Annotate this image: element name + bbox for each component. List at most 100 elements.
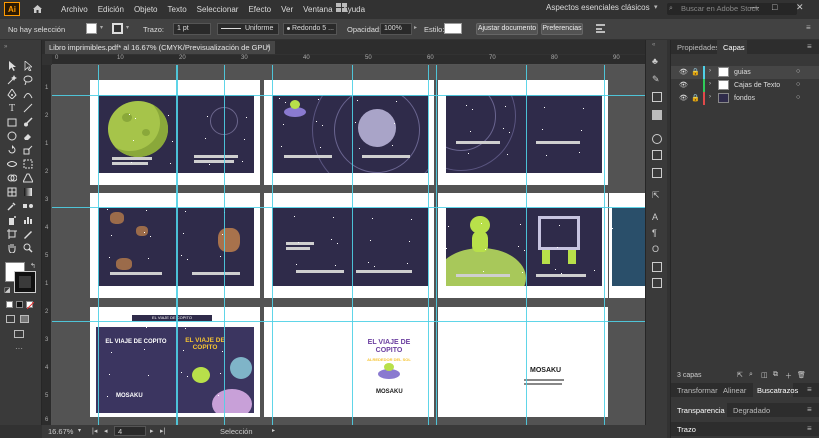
chevron-right-icon[interactable]: › <box>709 94 711 100</box>
previous-artboard-icon[interactable]: ◂ <box>104 427 108 435</box>
gradient-tool-icon[interactable] <box>22 186 34 198</box>
artboard-6[interactable] <box>438 193 608 298</box>
tab-transparency[interactable]: Transparencia <box>677 406 725 415</box>
collapse-icon[interactable]: « <box>652 42 655 48</box>
graph-tool-icon[interactable] <box>22 214 34 226</box>
draw-mode-icon[interactable] <box>6 315 15 323</box>
target-icon[interactable]: ○ <box>796 81 800 88</box>
paragraph-icon[interactable]: ¶ <box>652 228 662 238</box>
screen-mode-icon[interactable] <box>14 330 24 338</box>
artboard-partial-right[interactable] <box>609 193 649 298</box>
width-tool-icon[interactable] <box>6 158 18 170</box>
blend-tool-icon[interactable] <box>22 200 34 212</box>
perspective-grid-tool-icon[interactable] <box>22 172 34 184</box>
stroke-weight-field[interactable]: 1 pt <box>173 23 211 35</box>
new-layer-icon[interactable]: ＋ <box>785 371 792 381</box>
rotate-tool-icon[interactable] <box>6 144 18 156</box>
tab-pathfinder[interactable]: Buscatrazos <box>757 386 798 395</box>
menu-ventana[interactable]: Ventana <box>298 5 337 14</box>
trash-icon[interactable]: 🗑 <box>797 371 806 379</box>
character-icon[interactable]: A <box>652 212 662 222</box>
none-mode-icon[interactable] <box>26 301 34 309</box>
artboard-number-field[interactable]: 4 <box>114 426 146 436</box>
type-tool-icon[interactable]: T <box>6 102 18 114</box>
arrange-documents-icon[interactable] <box>336 3 348 15</box>
chevron-down-icon[interactable]: ▾ <box>654 3 658 11</box>
chevron-right-icon[interactable]: ▸ <box>272 427 275 434</box>
canvas[interactable]: EL VIAJE DE COPITO EL VIAJE DE COPITO EL… <box>52 65 667 425</box>
menu-icon[interactable]: ≡ <box>806 23 811 32</box>
export-icon[interactable]: ⇱ <box>652 190 662 200</box>
lock-icon[interactable]: 🔒 <box>691 94 700 102</box>
new-sublayer-icon[interactable]: ⧉ <box>773 371 778 379</box>
graphic-styles-icon[interactable] <box>652 110 662 120</box>
menu-efecto[interactable]: Efecto <box>243 5 276 14</box>
tab-gradient[interactable]: Degradado <box>733 406 770 415</box>
swap-colors-icon[interactable]: ↰ <box>30 262 36 270</box>
target-icon[interactable]: ○ <box>796 68 800 75</box>
artboards-icon[interactable] <box>652 278 662 288</box>
menu-edicion[interactable]: Edición <box>93 5 129 14</box>
target-icon[interactable]: ○ <box>796 94 800 101</box>
zoom-tool-icon[interactable] <box>22 242 34 254</box>
pen-tool-icon[interactable] <box>6 88 18 100</box>
selection-tool-icon[interactable] <box>6 60 18 72</box>
preferences-button[interactable]: Preferencias <box>541 23 583 35</box>
layer-name[interactable]: Cajas de Texto <box>734 82 780 89</box>
style-swatch[interactable] <box>444 23 462 34</box>
close-icon[interactable]: ✕ <box>265 41 271 54</box>
visibility-icon[interactable]: 👁 <box>679 68 688 76</box>
more-tools-icon[interactable]: ··· <box>15 344 23 353</box>
paintbrush-tool-icon[interactable] <box>22 116 34 128</box>
menu-ver[interactable]: Ver <box>276 5 298 14</box>
layer-row[interactable]: 👁 🔒 › guias ○ <box>671 66 819 79</box>
vertical-ruler[interactable]: 1 2 1 2 3 4 5 1 2 3 4 5 6 <box>42 65 52 425</box>
tab-align[interactable]: Alinear <box>723 386 746 395</box>
links-icon[interactable] <box>652 262 662 272</box>
tab-layers[interactable]: Capas <box>723 43 745 52</box>
adjust-document-button[interactable]: Ajustar documento <box>476 23 538 35</box>
chevron-down-icon[interactable]: ▾ <box>126 24 129 31</box>
symbols-icon[interactable]: ♣ <box>652 56 662 66</box>
tab-transform[interactable]: Transformar <box>677 386 718 395</box>
color-icon[interactable] <box>652 134 662 144</box>
fill-swatch[interactable] <box>86 23 97 34</box>
color-guide-icon[interactable] <box>652 150 662 160</box>
layer-row[interactable]: 👁 › Cajas de Texto ○ <box>671 79 819 92</box>
horizontal-ruler[interactable]: 0 10 20 30 40 50 60 70 80 90 <box>52 55 667 65</box>
chevron-down-icon[interactable]: ▾ <box>78 427 81 434</box>
free-transform-tool-icon[interactable] <box>22 158 34 170</box>
direct-selection-tool-icon[interactable] <box>22 60 34 72</box>
menu-texto[interactable]: Texto <box>163 5 192 14</box>
rectangle-tool-icon[interactable] <box>6 116 18 128</box>
next-artboard-icon[interactable]: ▸ <box>150 427 154 435</box>
artboard-5[interactable] <box>264 193 434 298</box>
panel-menu-icon[interactable]: ≡ <box>807 424 812 433</box>
artboard-tool-icon[interactable] <box>6 228 18 240</box>
locate-object-icon[interactable]: ⌕ <box>749 371 753 379</box>
visibility-icon[interactable]: 👁 <box>679 81 688 89</box>
clipping-mask-icon[interactable]: ◫ <box>761 371 768 379</box>
opentype-icon[interactable]: O <box>652 244 662 254</box>
artboard-8[interactable]: EL VIAJE DE COPITO ALREDEDOR DEL SOL MOS… <box>264 307 434 417</box>
draw-behind-icon[interactable] <box>20 315 29 323</box>
last-artboard-icon[interactable]: ▸| <box>160 427 165 435</box>
hand-tool-icon[interactable] <box>6 242 18 254</box>
appearance-icon[interactable] <box>652 168 662 178</box>
eraser-tool-icon[interactable] <box>22 130 34 142</box>
minimize-icon[interactable]: — <box>750 2 759 12</box>
chevron-down-icon[interactable]: ▾ <box>100 24 103 31</box>
shaper-tool-icon[interactable] <box>6 130 18 142</box>
eyedropper-tool-icon[interactable] <box>6 200 18 212</box>
stroke-profile-select[interactable]: Uniforme <box>217 23 279 35</box>
artboard-9[interactable]: MOSAKU <box>438 307 608 417</box>
lasso-tool-icon[interactable] <box>22 74 34 86</box>
chevron-right-icon[interactable]: › <box>709 68 711 74</box>
panel-menu-icon[interactable]: ≡ <box>807 405 812 414</box>
chevron-right-icon[interactable]: › <box>709 81 711 87</box>
opacity-field[interactable]: 100% <box>380 23 412 35</box>
maximize-icon[interactable]: □ <box>772 2 777 12</box>
curvature-tool-icon[interactable] <box>22 88 34 100</box>
home-icon[interactable] <box>30 2 44 16</box>
swatches-icon[interactable] <box>652 92 662 102</box>
